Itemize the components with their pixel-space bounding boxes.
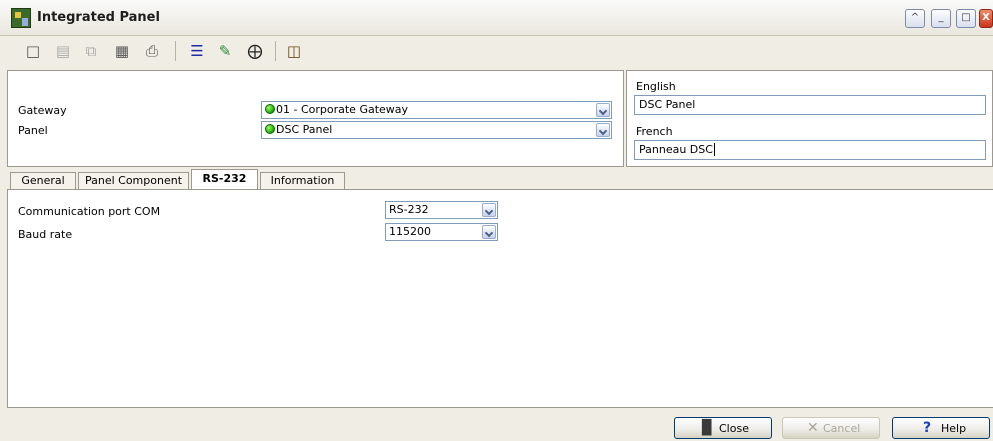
print-icon[interactable]: ⎙ [141, 40, 163, 62]
port-select-value: RS-232 [389, 203, 429, 216]
panel-label: Panel [18, 124, 48, 137]
english-name-value: DSC Panel [639, 98, 696, 111]
gateway-select-value: 01 - Corporate Gateway [265, 103, 408, 116]
chevron-down-icon[interactable] [482, 225, 496, 239]
app-icon [11, 8, 31, 28]
cancel-button-label: Cancel [823, 422, 861, 435]
help-caption-button[interactable]: ^ [905, 9, 925, 28]
toolbar-separator [175, 41, 176, 61]
panel-select[interactable]: DSC Panel [261, 121, 612, 139]
window-title: Integrated Panel [37, 10, 160, 25]
baud-select-value: 115200 [389, 225, 431, 238]
tab-content [7, 189, 993, 408]
new-icon[interactable]: □ [22, 40, 44, 62]
baud-label: Baud rate [18, 228, 73, 241]
close-window-button[interactable]: X [979, 9, 993, 28]
text-cursor [713, 143, 715, 156]
delete-icon[interactable]: ▦ [111, 40, 133, 62]
door-icon: ▉ [702, 420, 713, 436]
minimize-button[interactable]: _ [931, 9, 951, 28]
close-button-label: Close [719, 422, 749, 435]
help-icon: ? [923, 420, 932, 436]
cancel-icon: ✕ [807, 420, 819, 436]
chevron-down-icon[interactable] [596, 103, 610, 117]
tab-information[interactable]: Information [260, 172, 345, 189]
link-icon[interactable]: ✎ [214, 40, 236, 62]
exit-icon[interactable]: ◫ [283, 40, 305, 62]
help-button[interactable]: ? Help [892, 417, 990, 439]
maximize-button[interactable]: □ [956, 9, 976, 28]
tab-general[interactable]: General [10, 172, 76, 189]
french-label: French [636, 125, 673, 138]
status-led-icon [265, 124, 275, 134]
list-icon[interactable]: ☰ [186, 40, 208, 62]
gateway-select[interactable]: 01 - Corporate Gateway [261, 101, 612, 119]
english-label: English [636, 80, 676, 93]
port-label: Communication port COM [18, 205, 161, 218]
cancel-button[interactable]: ✕ Cancel [782, 417, 880, 439]
chevron-down-icon[interactable] [596, 123, 610, 137]
close-button[interactable]: ▉ Close [674, 417, 772, 439]
port-select[interactable]: RS-232 [385, 201, 498, 219]
save-icon[interactable]: ▤ [52, 40, 74, 62]
status-led-icon [265, 104, 275, 114]
chevron-down-icon[interactable] [482, 203, 496, 217]
tab-rs232[interactable]: RS-232 [191, 169, 258, 190]
english-name-field[interactable]: DSC Panel [634, 95, 986, 115]
french-name-value: Panneau DSC [639, 143, 715, 156]
panel-select-value: DSC Panel [265, 123, 332, 136]
tab-panel-component[interactable]: Panel Component [78, 172, 189, 189]
copy-icon[interactable]: ⧉ [80, 40, 102, 62]
help-button-label: Help [941, 422, 967, 435]
baud-select[interactable]: 115200 [385, 223, 498, 241]
find-icon[interactable]: ⨁ [244, 40, 266, 62]
gateway-label: Gateway [18, 104, 67, 117]
french-name-field[interactable]: Panneau DSC [634, 140, 986, 160]
toolbar-separator [275, 41, 276, 61]
